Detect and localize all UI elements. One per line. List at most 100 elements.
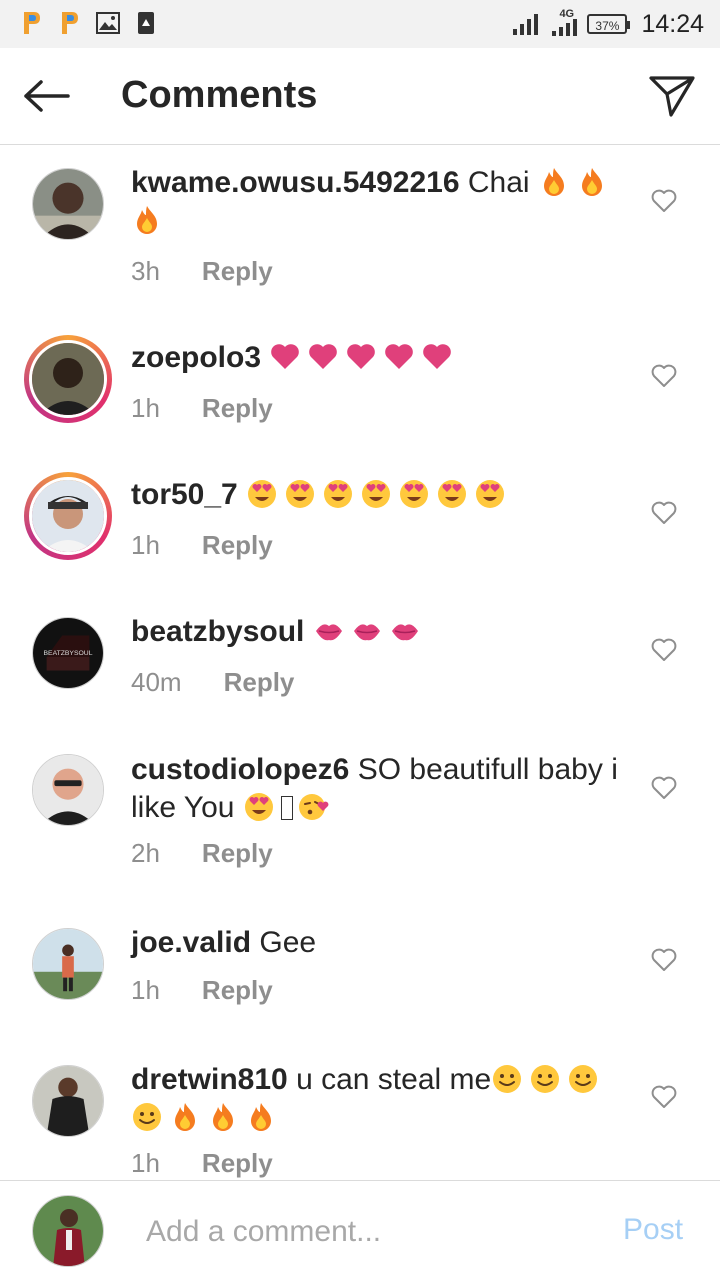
heart-outline-icon[interactable] [650, 774, 678, 802]
comments-header: Comments [0, 48, 720, 145]
comment-text: zoepolo3 [131, 339, 631, 377]
comment-time: 1h [131, 393, 160, 423]
heart-eyes-emoji-icon [362, 480, 391, 508]
missing-glyph-icon [280, 796, 293, 820]
comments-list: kwame.owusu.5492216 Chai 3h Reply zoepol… [0, 145, 720, 1180]
status-bar: 4G 37% 14:24 [0, 0, 720, 48]
comment-input[interactable] [144, 1207, 598, 1257]
heart-outline-icon[interactable] [650, 499, 678, 527]
comment-time: 3h [131, 256, 160, 286]
kiss-lips-emoji-icon [391, 624, 418, 641]
battery-level: 37% [595, 19, 620, 33]
comment-meta: 1h Reply [131, 530, 273, 561]
heart-emoji-icon [309, 344, 338, 369]
reply-button[interactable]: Reply [202, 393, 273, 424]
heart-outline-icon[interactable] [650, 636, 678, 664]
fire-emoji-icon [213, 1103, 233, 1131]
download-icon [138, 12, 154, 34]
share-button[interactable] [644, 70, 700, 122]
heart-eyes-emoji-icon [286, 480, 315, 508]
comment-time: 2h [131, 838, 160, 868]
comment-time: 1h [131, 975, 160, 1005]
comment-text: joe.valid Gee [131, 924, 631, 962]
heart-eyes-emoji-icon [248, 480, 277, 508]
heart-emoji-icon [385, 344, 414, 369]
kiss-lips-emoji-icon [315, 624, 342, 641]
reply-button[interactable]: Reply [202, 256, 273, 287]
comment-username[interactable]: tor50_7 [131, 478, 238, 511]
comment-username[interactable]: beatzbysoul [131, 615, 304, 648]
avatar-story-ring[interactable] [24, 472, 112, 560]
heart-eyes-emoji-icon [324, 480, 353, 508]
heart-eyes-emoji-icon [438, 480, 467, 508]
reply-button[interactable]: Reply [202, 1148, 273, 1179]
comment-meta: 1h Reply [131, 1148, 273, 1179]
heart-outline-icon[interactable] [650, 946, 678, 974]
heart-outline-icon[interactable] [650, 362, 678, 390]
post-button[interactable]: Post [623, 1213, 683, 1247]
comment-time: 1h [131, 1148, 160, 1178]
heart-eyes-emoji-icon [476, 480, 505, 508]
comment-text: tor50_7 [131, 476, 631, 514]
reply-button[interactable]: Reply [202, 838, 273, 869]
smile-emoji-icon [133, 1103, 161, 1131]
network-4g-icon: 4G [549, 8, 579, 37]
avatar[interactable] [32, 168, 104, 240]
avatar[interactable] [32, 928, 104, 1000]
comment-message: Gee [259, 926, 317, 959]
gallery-icon [96, 12, 120, 34]
comment-text: custodiolopez6 SO beautifull baby i like… [131, 751, 631, 827]
comment-message: u can steal me [296, 1063, 492, 1096]
comment-time: 1h [131, 530, 160, 560]
fire-emoji-icon [581, 168, 602, 196]
comment-meta: 3h Reply [131, 256, 273, 287]
comment-username[interactable]: joe.valid [131, 926, 251, 959]
page-title: Comments [121, 74, 318, 116]
comment-username[interactable]: zoepolo3 [131, 341, 261, 374]
app-p-icon [62, 12, 78, 34]
comment-username[interactable]: custodiolopez6 [131, 753, 349, 786]
comment-username[interactable]: kwame.owusu.5492216 [131, 166, 460, 199]
fire-emoji-icon [137, 206, 157, 234]
comment-time: 40m [131, 667, 182, 697]
heart-emoji-icon [271, 344, 300, 369]
avatar-story-ring[interactable] [24, 335, 112, 423]
comment-username[interactable]: dretwin810 [131, 1063, 288, 1096]
battery-indicator: 37% [587, 14, 631, 34]
avatar[interactable] [32, 1065, 104, 1137]
heart-eyes-emoji-icon [400, 480, 429, 508]
reply-button[interactable]: Reply [224, 667, 295, 698]
heart-emoji-icon [423, 344, 452, 369]
smile-emoji-icon [569, 1065, 598, 1093]
fire-emoji-icon [543, 168, 564, 196]
heart-eyes-emoji-icon [244, 793, 273, 821]
avatar-logo-text: BEATZBYSOUL [44, 650, 93, 657]
fire-emoji-icon [251, 1103, 271, 1131]
comment-text: beatzbysoul [131, 613, 631, 651]
comment-text: kwame.owusu.5492216 Chai [131, 164, 631, 240]
reply-button[interactable]: Reply [202, 530, 273, 561]
app-p-icon [24, 12, 40, 34]
clock: 14:24 [641, 9, 704, 38]
comment-text: dretwin810 u can steal me [131, 1061, 631, 1137]
comment-meta: 2h Reply [131, 838, 273, 869]
kissing-heart-emoji-icon [298, 794, 329, 820]
paper-plane-icon [649, 76, 695, 117]
heart-outline-icon[interactable] [650, 1083, 678, 1111]
signal-icon [513, 14, 539, 35]
avatar[interactable] [32, 754, 104, 826]
comment-composer: Post [0, 1180, 720, 1281]
comment-meta: 40m Reply [131, 667, 294, 698]
smile-emoji-icon [531, 1065, 560, 1093]
comment-message: Chai [467, 166, 530, 199]
arrow-left-icon [24, 80, 70, 112]
avatar[interactable]: BEATZBYSOUL [32, 617, 104, 689]
heart-outline-icon[interactable] [650, 187, 678, 215]
kiss-lips-emoji-icon [353, 624, 380, 641]
comment-meta: 1h Reply [131, 393, 273, 424]
current-user-avatar [32, 1195, 104, 1267]
reply-button[interactable]: Reply [202, 975, 273, 1006]
smile-emoji-icon [493, 1065, 522, 1093]
comment-meta: 1h Reply [131, 975, 273, 1006]
back-button[interactable] [18, 70, 74, 122]
